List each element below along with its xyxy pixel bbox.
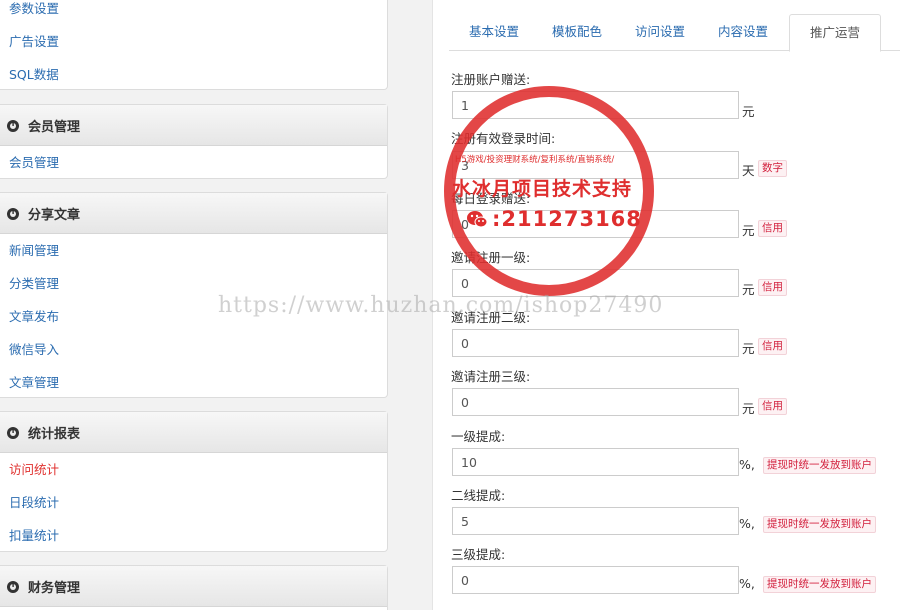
sidebar-item-params[interactable]: 参数设置 [0, 0, 387, 25]
sidebar-group-header[interactable]: 统计报表 [0, 412, 387, 453]
tab-basic-settings[interactable]: 基本设置 [449, 14, 539, 51]
sidebar-group-title: 财务管理 [28, 580, 81, 596]
tab-content-settings[interactable]: 内容设置 [698, 14, 788, 51]
hint-badge: 提现时统一发放到账户 [763, 516, 876, 533]
sidebar-group-title: 统计报表 [28, 426, 81, 442]
invite-level3-input[interactable] [452, 388, 739, 416]
field-label-commission-level1: 一级提成: [451, 429, 506, 444]
unit-label: 元 [742, 282, 755, 297]
unit-label: %, [739, 576, 755, 591]
commission-level1-input[interactable] [452, 448, 739, 476]
invite-level2-input[interactable] [452, 329, 739, 357]
sidebar-item-article-manage[interactable]: 文章管理 [0, 366, 387, 399]
sidebar: 参数设置 广告设置 SQL数据 会员管理 会员管理 分享文章 新闻管理 分类管理… [0, 0, 432, 610]
hint-badge: 信用 [758, 279, 787, 296]
sidebar-group-header[interactable]: 会员管理 [0, 105, 387, 146]
field-label-commission-level2: 二线提成: [451, 488, 506, 503]
watermark-stamp-contact: :211273168 [466, 207, 642, 231]
sidebar-panel-articles: 分享文章 新闻管理 分类管理 文章发布 微信导入 文章管理 [0, 192, 388, 398]
sidebar-item-sql[interactable]: SQL数据 [0, 58, 387, 91]
field-label-invite-level3: 邀请注册三级: [451, 369, 531, 384]
sidebar-group-title: 分享文章 [28, 207, 81, 223]
sidebar-item-publish[interactable]: 文章发布 [0, 300, 387, 333]
main-content: 基本设置 模板配色 访问设置 内容设置 推广运营 第三 注册账户赠送: 元 注册… [432, 0, 900, 610]
unit-label: %, [739, 516, 755, 531]
sidebar-item-ads[interactable]: 广告设置 [0, 25, 387, 58]
tab-promotion[interactable]: 推广运营 [789, 14, 882, 52]
sidebar-group-header[interactable]: 分享文章 [0, 193, 387, 234]
dashboard-icon [7, 208, 19, 220]
watermark-stamp-subtitle: H5游戏/投资理财系统/复利系统/直销系统/ [455, 155, 615, 165]
sidebar-item-wechat-import[interactable]: 微信导入 [0, 333, 387, 366]
sidebar-item-member-manage[interactable]: 会员管理 [0, 146, 387, 179]
field-label-login-time: 注册有效登录时间: [451, 131, 556, 146]
sidebar-panel-finance: 财务管理 [0, 565, 388, 610]
tab-access-settings[interactable]: 访问设置 [615, 14, 705, 51]
field-label-register-bonus: 注册账户赠送: [451, 72, 531, 87]
sidebar-panel-settings: 参数设置 广告设置 SQL数据 [0, 0, 388, 90]
unit-label: 元 [742, 223, 755, 238]
watermark-contact-number: :211273168 [492, 207, 642, 231]
sidebar-group-title: 会员管理 [28, 119, 81, 135]
sidebar-item-category[interactable]: 分类管理 [0, 267, 387, 300]
watermark-stamp-title: 水冰月项目技术支持 [452, 178, 633, 200]
wechat-icon [467, 211, 488, 228]
field-label-invite-level1: 邀请注册一级: [451, 250, 531, 265]
sidebar-item-visit-stats[interactable]: 访问统计 [0, 453, 387, 486]
unit-label: 天 [742, 163, 755, 178]
field-label-commission-level3: 三级提成: [451, 547, 506, 562]
sidebar-item-deduct-stats[interactable]: 扣量统计 [0, 519, 387, 552]
sidebar-item-period-stats[interactable]: 日段统计 [0, 486, 387, 519]
sidebar-panel-members: 会员管理 会员管理 [0, 104, 388, 179]
hint-badge: 提现时统一发放到账户 [763, 457, 876, 474]
tab-bar: 基本设置 模板配色 访问设置 内容设置 推广运营 第三 [449, 14, 900, 52]
field-label-invite-level2: 邀请注册二级: [451, 310, 531, 325]
dashboard-icon [7, 120, 19, 132]
hint-badge: 信用 [758, 398, 787, 415]
sidebar-item-news[interactable]: 新闻管理 [0, 234, 387, 267]
hint-badge: 信用 [758, 220, 787, 237]
tab-template-colors[interactable]: 模板配色 [532, 14, 622, 51]
hint-badge: 提现时统一发放到账户 [763, 576, 876, 593]
sidebar-group-header[interactable]: 财务管理 [0, 566, 387, 607]
unit-label: %, [739, 457, 755, 472]
invite-level1-input[interactable] [452, 269, 739, 297]
register-bonus-input[interactable] [452, 91, 739, 119]
unit-label: 元 [742, 401, 755, 416]
unit-label: 元 [742, 104, 755, 119]
hint-badge: 数字 [758, 160, 787, 177]
commission-level2-input[interactable] [452, 507, 739, 535]
hint-badge: 信用 [758, 338, 787, 355]
dashboard-icon [7, 427, 19, 439]
sidebar-panel-stats: 统计报表 访问统计 日段统计 扣量统计 [0, 411, 388, 552]
commission-level3-input[interactable] [452, 566, 739, 594]
tab-third[interactable]: 第三 [881, 14, 900, 51]
unit-label: 元 [742, 341, 755, 356]
dashboard-icon [7, 581, 19, 593]
